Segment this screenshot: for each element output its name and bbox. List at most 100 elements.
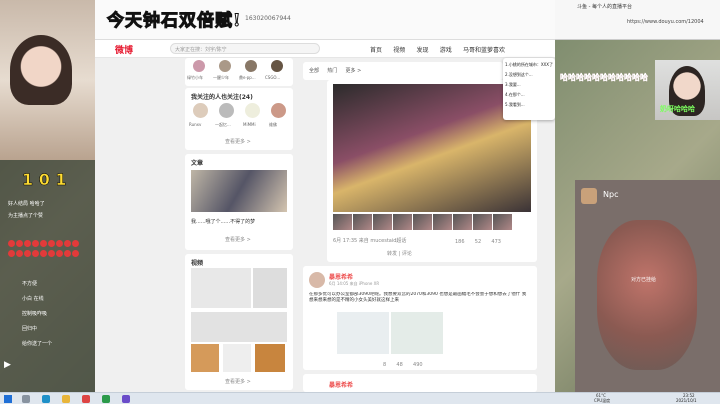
article-panel: 文章 我......哦了个......不得了的梦 查看更多 >	[185, 154, 293, 250]
post-thumb[interactable]	[353, 214, 372, 230]
avatar[interactable]	[193, 103, 208, 118]
post-thumb[interactable]	[433, 214, 452, 230]
post-actions[interactable]: 转发 | 评论	[387, 250, 412, 257]
video-title: 视频	[191, 260, 204, 267]
streamer-camera	[0, 0, 95, 160]
nav-user[interactable]: 马哥和蓝萝喜欢	[463, 45, 505, 54]
tab-hot[interactable]: 热门	[327, 67, 337, 74]
post-thumb[interactable]	[373, 214, 392, 230]
post-screenshot[interactable]	[391, 312, 443, 354]
post-username[interactable]: 暴恩希希	[329, 380, 353, 389]
post-thumb[interactable]	[453, 214, 472, 230]
user-name: 绿竹小车	[187, 75, 203, 80]
user-name: Runxv	[189, 122, 202, 127]
hot-item[interactable]: 5.我看到...	[505, 102, 553, 108]
user-name: CSGO...	[265, 75, 281, 80]
avatar[interactable]	[245, 60, 257, 72]
hot-item[interactable]: 4.在那个...	[505, 92, 553, 98]
like-count[interactable]: 490	[413, 362, 423, 368]
comment-count[interactable]: 52	[475, 239, 481, 245]
streamer-figure	[10, 35, 72, 105]
avatar[interactable]	[219, 103, 234, 118]
post-thumb[interactable]	[493, 214, 512, 230]
chat-status: 对方已挂给	[631, 277, 657, 283]
forward-count[interactable]: 186	[455, 239, 465, 245]
dog-image[interactable]	[191, 344, 219, 372]
video-thumb[interactable]	[253, 268, 287, 308]
tab-more[interactable]: 更多 >	[346, 67, 362, 74]
chat-avatar[interactable]	[581, 188, 597, 204]
folder-icon[interactable]	[62, 395, 70, 403]
like-count[interactable]: 473	[491, 239, 501, 245]
avatar[interactable]	[245, 103, 260, 118]
app-icon[interactable]	[102, 395, 110, 403]
post-username[interactable]: 暴恩希希	[329, 272, 353, 281]
forward-count[interactable]: 8	[383, 362, 386, 368]
danmu-text: 哈哈哈哈哈哈哈哈哈哈哈	[560, 73, 648, 82]
address-bar[interactable]: https://www.douyu.com/12004	[627, 19, 704, 25]
tab-all[interactable]: 全部	[309, 67, 319, 74]
post-card: 暴恩希希	[303, 374, 537, 392]
chat-line: 不方便	[22, 281, 38, 287]
emote-row	[8, 240, 80, 249]
nav-home[interactable]: 首页	[370, 45, 382, 54]
hot-item[interactable]: 2.没想到这个...	[505, 72, 553, 78]
user-name: 维佛	[269, 122, 277, 127]
emote-row	[8, 250, 80, 259]
avatar[interactable]	[219, 60, 231, 72]
video-thumb[interactable]	[191, 268, 251, 308]
cartoon-image[interactable]	[223, 344, 251, 372]
user-name: 一起忆...	[215, 122, 231, 127]
user-name: 鼎e·pp...	[239, 75, 256, 80]
post-thumb[interactable]	[393, 214, 412, 230]
search-input[interactable]: 大家正在搜：刘宇/陈宁	[170, 43, 320, 54]
stream-banner: 今天钟石双倍赋!	[106, 11, 242, 32]
post-thumb[interactable]	[333, 214, 352, 230]
video-thumb[interactable]	[191, 312, 287, 342]
chat-line: 为主播点了个赞	[8, 213, 44, 219]
app-icon[interactable]	[122, 395, 130, 403]
taskbar: 61°C CPU温度 23:52 2021/10/1	[0, 392, 720, 404]
more-link[interactable]: 查看更多 >	[225, 236, 251, 243]
chat-line: 控制吸咋吸	[22, 311, 48, 317]
more-link[interactable]: 查看更多 >	[225, 378, 251, 385]
search-icon[interactable]	[22, 395, 30, 403]
thumb-strip	[333, 214, 513, 232]
clock-date[interactable]: 2021/10/1	[676, 398, 697, 403]
video-panel: 视频 查看更多 >	[185, 254, 293, 390]
right-browser: 斗鱼 - 每个人的直播平台 https://www.douyu.com/1200…	[555, 0, 720, 40]
weibo-nav: 首页 视频 发现 游戏 马哥和蓝萝喜欢	[370, 45, 514, 54]
hot-item[interactable]: 3.我要...	[505, 82, 553, 88]
post-card: 暴恩希希 6月 14:05 来自 iPhone XR 在那多优可以办公室都部30…	[303, 266, 537, 370]
article-text[interactable]: 我......哦了个......不得了的梦	[191, 218, 255, 225]
article-image[interactable]	[191, 170, 287, 212]
avatar[interactable]	[271, 103, 286, 118]
chrome-icon[interactable]	[82, 395, 90, 403]
post-image[interactable]	[333, 84, 531, 212]
weibo-header: 微博 大家正在搜：刘宇/陈宁 首页 视频 发现 游戏 马哥和蓝萝喜欢	[95, 40, 555, 58]
comment-count[interactable]: 48	[396, 362, 402, 368]
dog-image[interactable]	[255, 344, 285, 372]
avatar[interactable]	[193, 60, 205, 72]
nav-discover[interactable]: 发现	[417, 45, 429, 54]
post-screenshot[interactable]	[337, 312, 389, 354]
browser-tab[interactable]: 斗鱼 - 每个人的直播平台	[577, 3, 632, 10]
user-name: 一醒少年	[213, 75, 229, 80]
post-thumb[interactable]	[473, 214, 492, 230]
nav-video[interactable]: 视频	[393, 45, 405, 54]
edge-icon[interactable]	[42, 395, 50, 403]
nav-game[interactable]: 游戏	[440, 45, 452, 54]
address-bar[interactable]: 163020067944	[245, 15, 375, 27]
user-name: MiMMi	[243, 122, 256, 127]
hot-item[interactable]: 1.小桃的所在城市：XXX了	[505, 62, 553, 68]
post-time: 6月 17:35 来自 mucestaid超话	[333, 238, 407, 244]
avatar[interactable]	[271, 60, 283, 72]
post-thumb[interactable]	[413, 214, 432, 230]
windows-start-icon[interactable]	[4, 395, 12, 403]
more-link[interactable]: 查看更多 >	[225, 138, 251, 145]
gift-number: 1 0 1	[22, 170, 67, 190]
avatar[interactable]	[309, 272, 325, 288]
weibo-logo[interactable]: 微博	[115, 43, 133, 56]
play-icon[interactable]: ▶	[4, 360, 11, 370]
article-title: 文章	[191, 160, 204, 167]
